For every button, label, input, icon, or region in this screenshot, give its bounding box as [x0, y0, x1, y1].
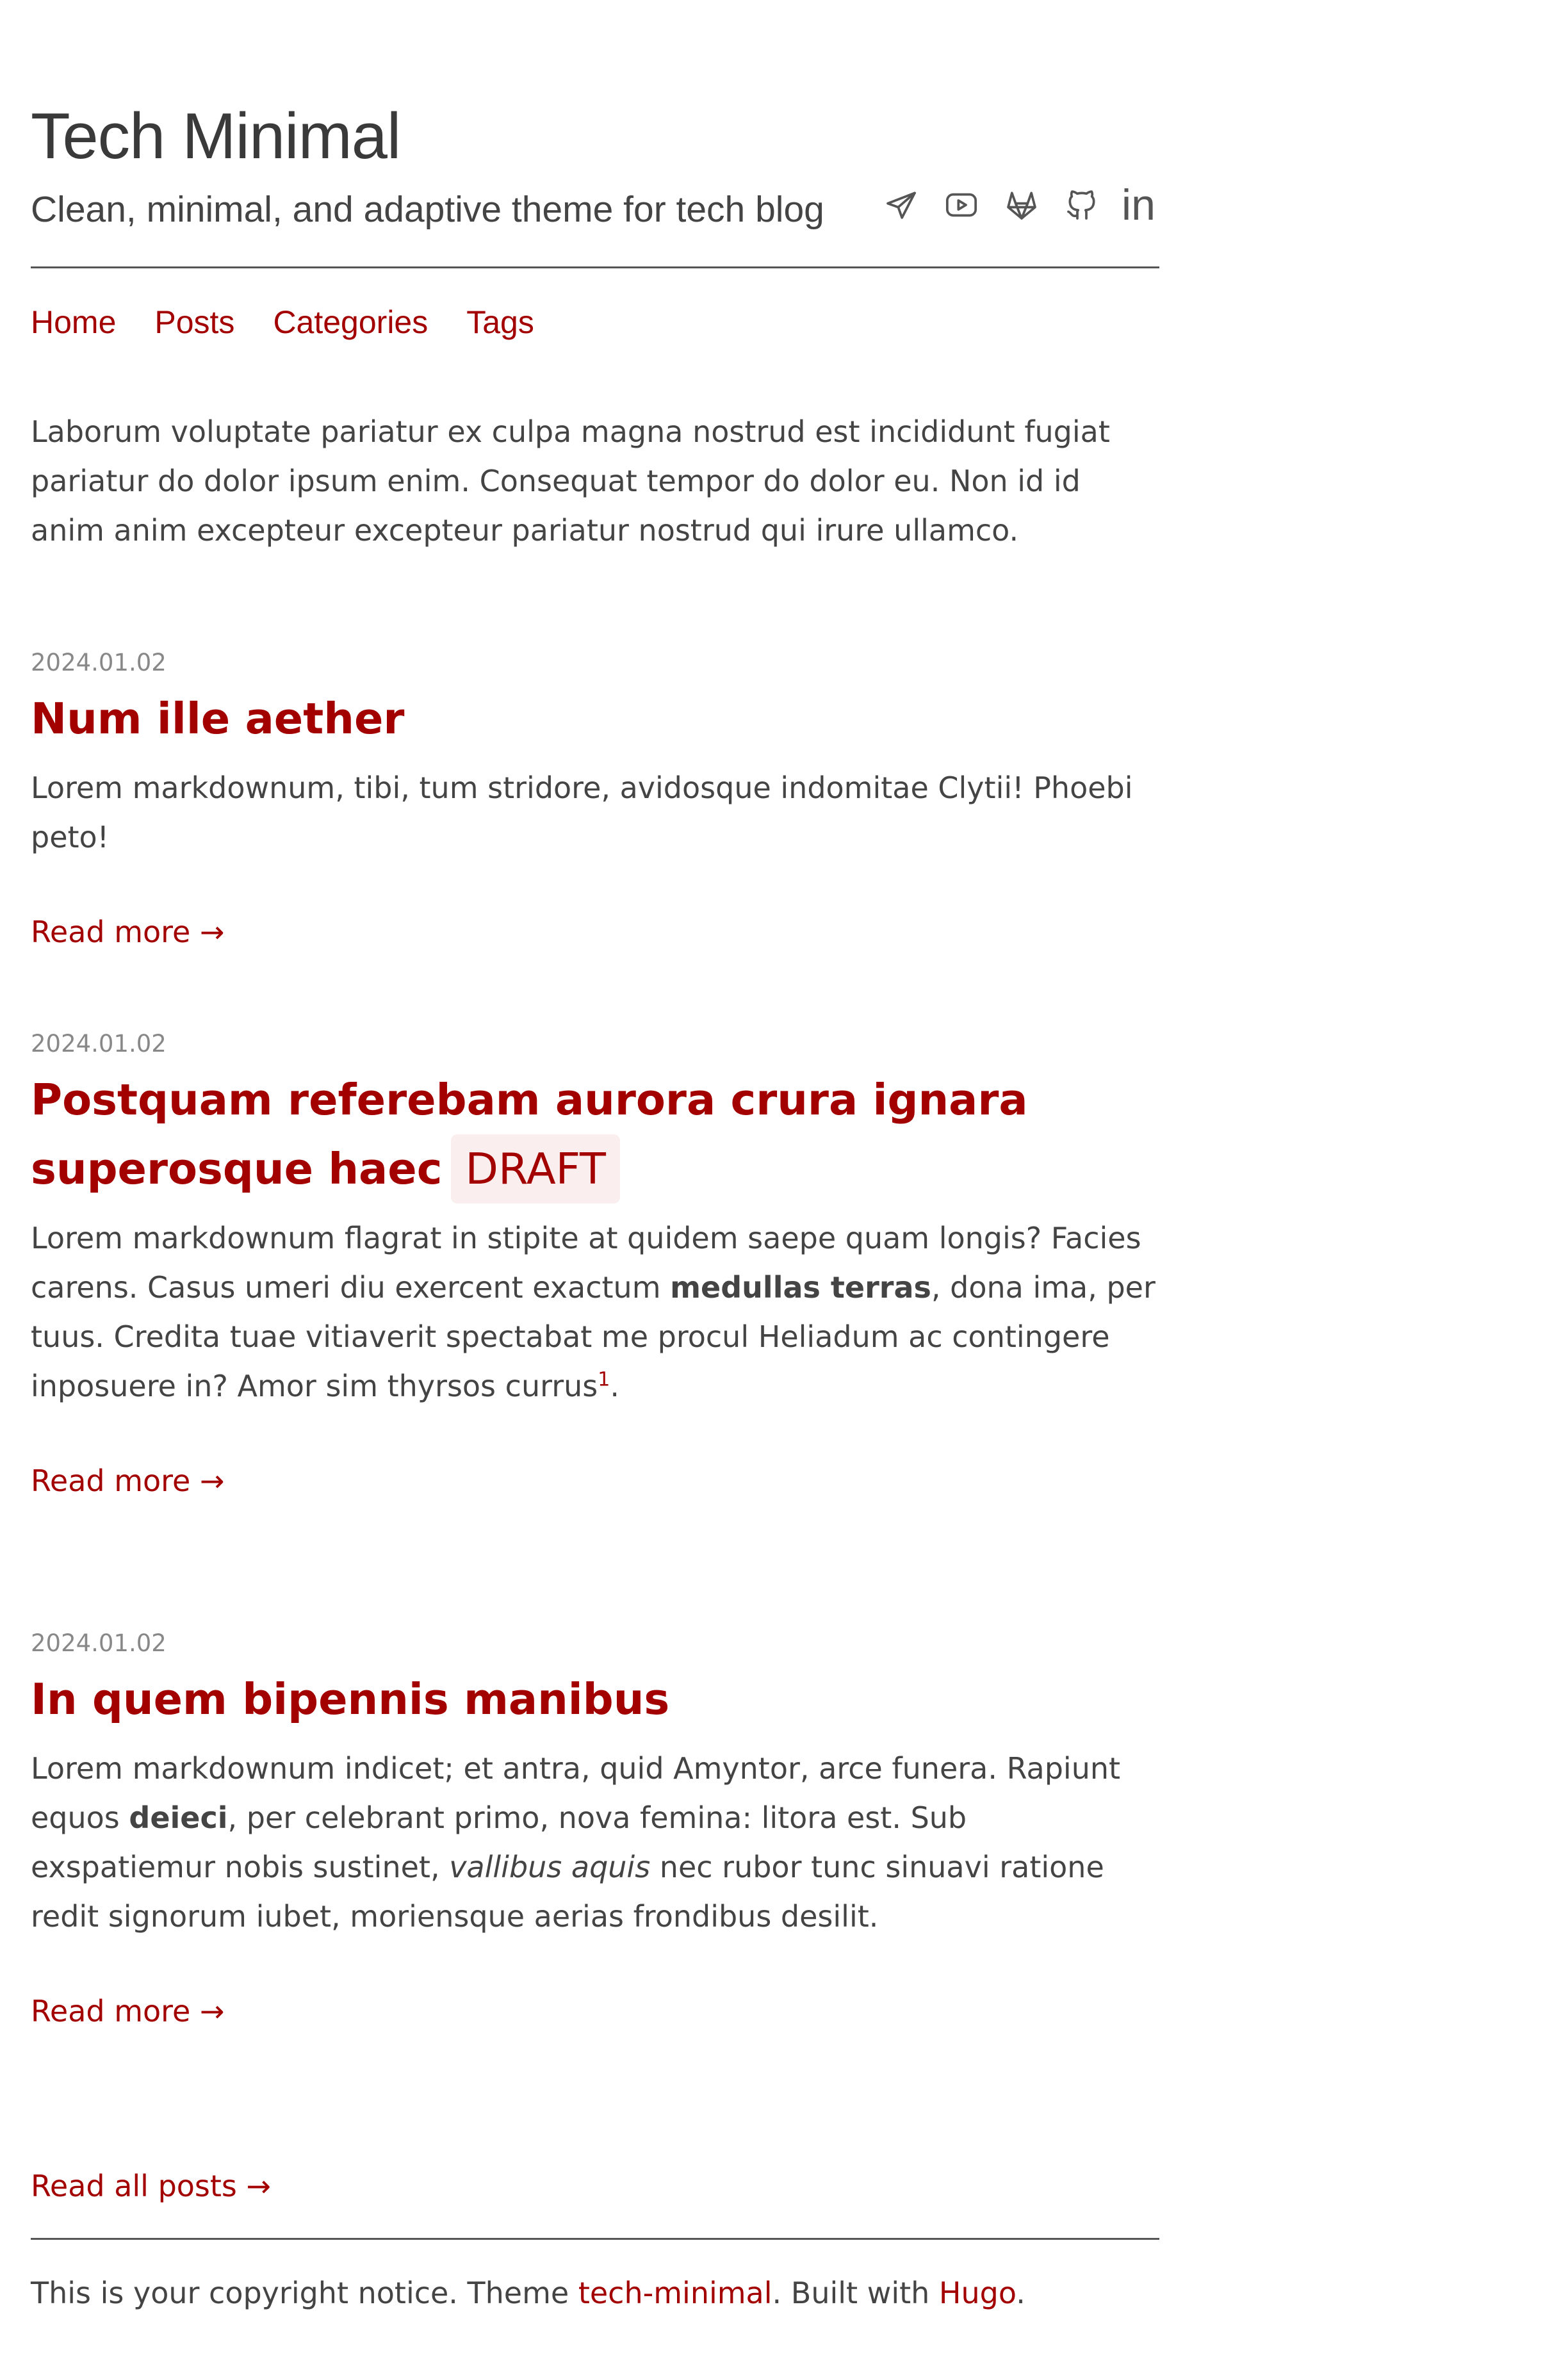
site-title[interactable]: Tech Minimal [31, 95, 401, 178]
footnote-ref[interactable]: 1 [598, 1369, 610, 1391]
post-item: 2024.01.02 Postquam referebam aurora cru… [31, 1028, 1159, 1503]
read-all-posts-link[interactable]: Read all posts → [31, 2164, 271, 2208]
read-more-link[interactable]: Read more → [31, 1989, 225, 2034]
post-item: 2024.01.02 Num ille aether Lorem markdow… [31, 647, 1159, 954]
footer-text: . [1016, 2276, 1025, 2310]
nav-tags[interactable]: Tags [466, 300, 534, 345]
copyright-text: This is your copyright notice. Theme [31, 2276, 578, 2310]
post-date: 2024.01.02 [31, 649, 167, 676]
post-title: In quem bipennis manibus [31, 1665, 1159, 1734]
intro-text: Laborum voluptate pariatur ex culpa magn… [31, 414, 1110, 548]
youtube-icon[interactable] [941, 184, 982, 225]
post-title-link[interactable]: In quem bipennis manibus [31, 1674, 669, 1724]
theme-link[interactable]: tech-minimal [578, 2276, 772, 2310]
post-summary: Lorem markdownum flagrat in stipite at q… [31, 1214, 1159, 1411]
post-summary: Lorem markdownum, tibi, tum stridore, av… [31, 771, 1133, 854]
read-more-link[interactable]: Read more → [31, 1458, 225, 1503]
summary-bold: medullas terras [670, 1270, 931, 1305]
nav-categories[interactable]: Categories [273, 300, 428, 345]
hugo-link[interactable]: Hugo [939, 2276, 1016, 2310]
nav-posts[interactable]: Posts [154, 300, 234, 345]
post-title: Postquam referebam aurora crura ignara s… [31, 1065, 1159, 1203]
telegram-icon[interactable] [881, 184, 922, 225]
summary-italic: vallibus aquis [449, 1850, 651, 1884]
header-divider [31, 266, 1159, 268]
footer: This is your copyright notice. Theme tec… [31, 2271, 1025, 2315]
main-nav: Home Posts Categories Tags [31, 300, 573, 345]
read-more-link[interactable]: Read more → [31, 910, 225, 954]
post-title: Num ille aether [31, 684, 1159, 753]
summary-bold: deieci [129, 1800, 228, 1835]
footer-divider [31, 2238, 1159, 2240]
summary-text: . [610, 1369, 619, 1403]
post-item: 2024.01.02 In quem bipennis manibus Lore… [31, 1628, 1159, 2034]
github-icon[interactable] [1061, 184, 1102, 225]
linkedin-icon[interactable]: in [1122, 183, 1156, 227]
draft-badge: DRAFT [451, 1134, 620, 1203]
nav-home[interactable]: Home [31, 300, 116, 345]
post-title-link[interactable]: Num ille aether [31, 694, 404, 744]
gitlab-icon[interactable] [1001, 184, 1042, 225]
footer-text: . Built with [772, 2276, 939, 2310]
post-date: 2024.01.02 [31, 1030, 167, 1057]
post-summary: Lorem markdownum indicet; et antra, quid… [31, 1744, 1159, 1941]
post-date: 2024.01.02 [31, 1629, 167, 1657]
site-tagline: Clean, minimal, and adaptive theme for t… [31, 189, 824, 230]
social-links: in [881, 179, 1156, 231]
